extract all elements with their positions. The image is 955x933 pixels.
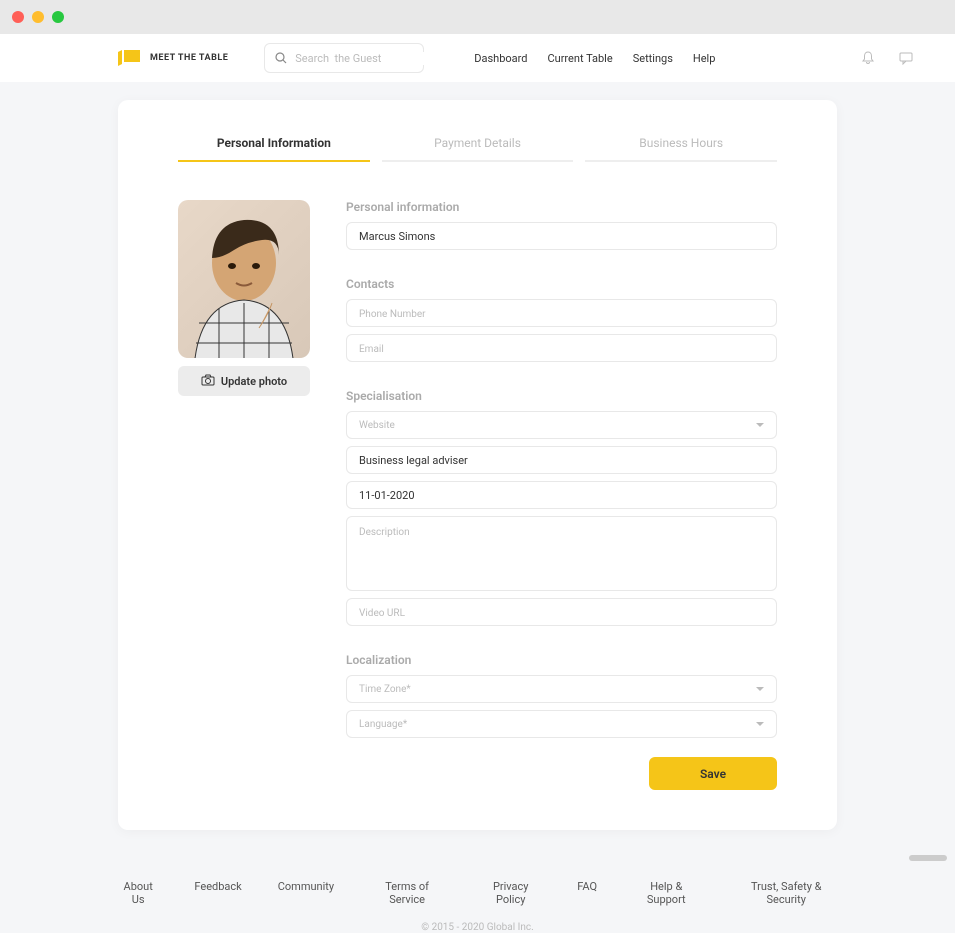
settings-card: Personal Information Payment Details Bus…: [118, 100, 837, 830]
footer-community[interactable]: Community: [278, 880, 334, 906]
update-photo-button[interactable]: Update photo: [178, 366, 310, 396]
window-minimize-icon[interactable]: [32, 11, 44, 23]
form-column: Personal information Contacts Specialisa…: [346, 200, 777, 790]
email-field[interactable]: [346, 334, 777, 362]
content: Personal Information Payment Details Bus…: [0, 82, 955, 933]
language-select[interactable]: Language*: [346, 710, 777, 738]
footer: About Us Feedback Community Terms of Ser…: [118, 880, 837, 933]
timezone-placeholder: Time Zone*: [359, 684, 411, 695]
search-input[interactable]: [295, 52, 435, 65]
footer-trust[interactable]: Trust, Safety & Security: [735, 880, 837, 906]
timezone-select[interactable]: Time Zone*: [346, 675, 777, 703]
photo-column: Update photo: [178, 200, 310, 790]
search-box[interactable]: [264, 43, 424, 73]
avatar: [178, 200, 310, 358]
camera-icon: [201, 374, 215, 389]
nav-current-table[interactable]: Current Table: [547, 52, 612, 65]
footer-help[interactable]: Help & Support: [633, 880, 699, 906]
title-field[interactable]: [346, 446, 777, 474]
name-field[interactable]: [346, 222, 777, 250]
tab-business-hours[interactable]: Business Hours: [585, 124, 777, 162]
website-placeholder: Website: [359, 420, 395, 431]
update-photo-label: Update photo: [221, 375, 287, 388]
window-close-icon[interactable]: [12, 11, 24, 23]
nav-links: Dashboard Current Table Settings Help: [474, 52, 715, 65]
section-contacts-label: Contacts: [346, 277, 777, 291]
footer-privacy[interactable]: Privacy Policy: [480, 880, 541, 906]
topbar-right: [859, 49, 915, 67]
tabs: Personal Information Payment Details Bus…: [178, 124, 777, 162]
window-maximize-icon[interactable]: [52, 11, 64, 23]
logo[interactable]: MEET THE TABLE: [118, 50, 228, 66]
tab-payment-details[interactable]: Payment Details: [382, 124, 574, 162]
save-button[interactable]: Save: [649, 757, 777, 790]
nav-help[interactable]: Help: [693, 52, 716, 65]
section-localization-label: Localization: [346, 653, 777, 667]
section-specialisation-label: Specialisation: [346, 389, 777, 403]
footer-feedback[interactable]: Feedback: [194, 880, 241, 906]
topbar: MEET THE TABLE Dashboard Current Table S…: [0, 34, 955, 82]
nav-settings[interactable]: Settings: [633, 52, 673, 65]
language-placeholder: Language*: [359, 719, 407, 730]
logo-icon: [118, 50, 142, 66]
window-chrome: [0, 0, 955, 34]
bell-icon[interactable]: [859, 49, 877, 67]
footer-terms[interactable]: Terms of Service: [370, 880, 444, 906]
nav-dashboard[interactable]: Dashboard: [474, 52, 527, 65]
date-field[interactable]: [346, 481, 777, 509]
footer-links: About Us Feedback Community Terms of Ser…: [118, 880, 837, 906]
scrollbar-horizontal[interactable]: [909, 855, 947, 861]
description-field[interactable]: [346, 516, 777, 591]
footer-faq[interactable]: FAQ: [577, 880, 597, 906]
website-select[interactable]: Website: [346, 411, 777, 439]
chat-icon[interactable]: [897, 49, 915, 67]
search-icon: [275, 49, 287, 68]
logo-text: MEET THE TABLE: [150, 53, 228, 63]
video-url-field[interactable]: [346, 598, 777, 626]
section-personal-label: Personal information: [346, 200, 777, 214]
phone-field[interactable]: [346, 299, 777, 327]
footer-about[interactable]: About Us: [118, 880, 158, 906]
tab-personal-information[interactable]: Personal Information: [178, 124, 370, 162]
copyright: © 2015 - 2020 Global Inc.: [118, 922, 837, 933]
